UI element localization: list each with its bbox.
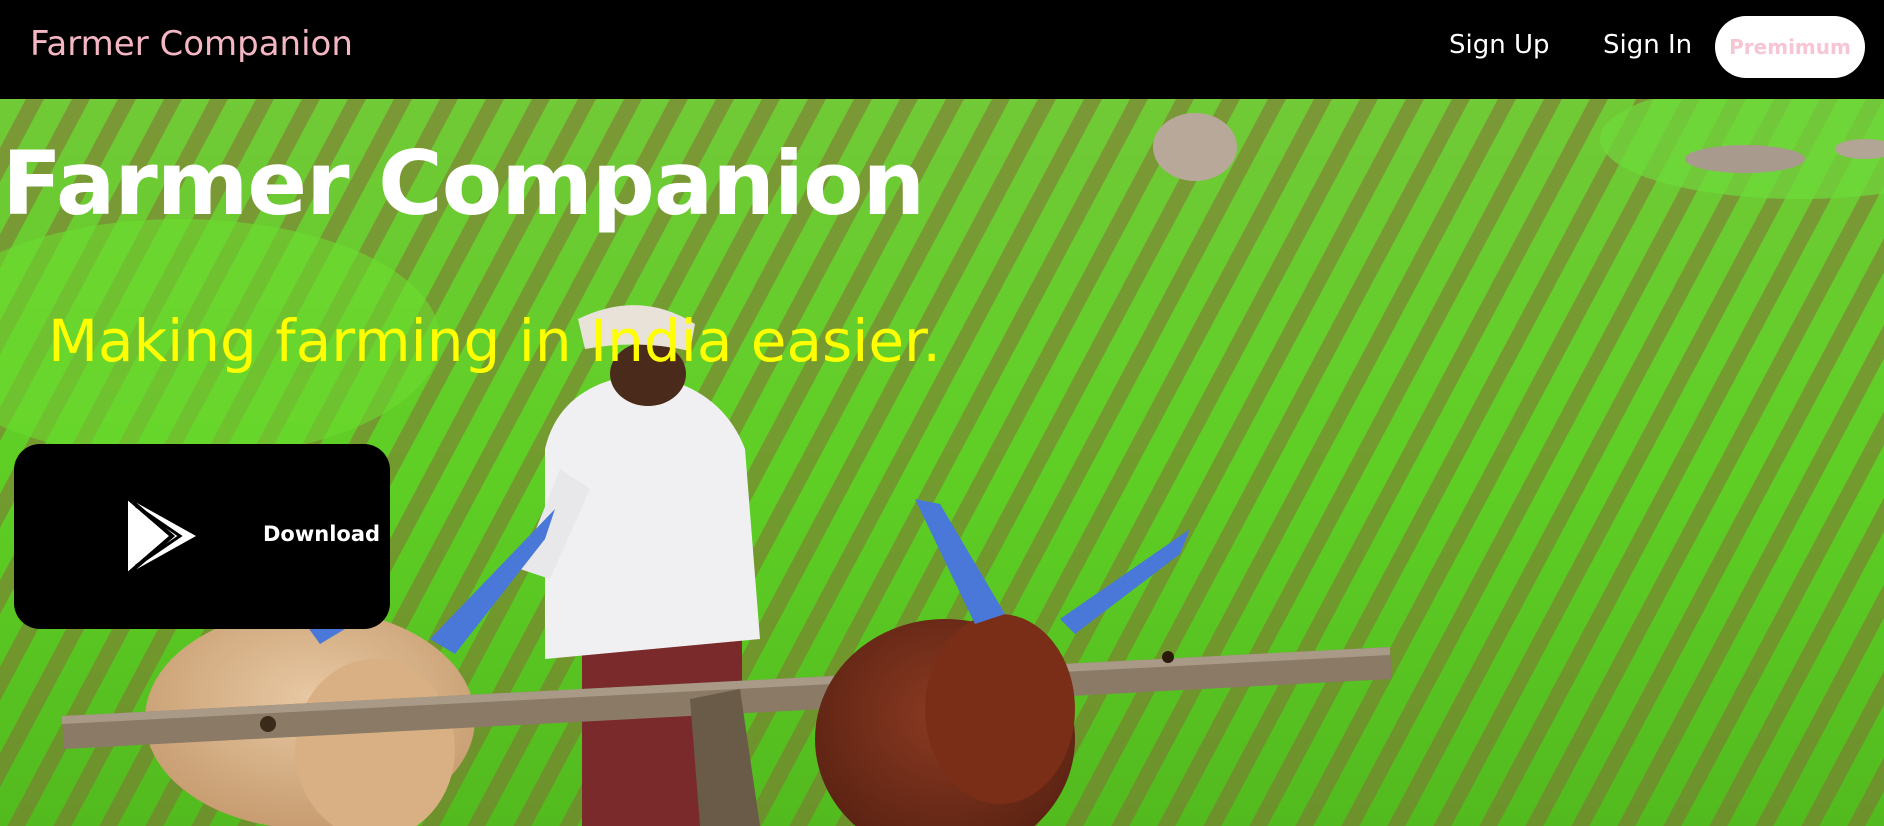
- hero-title: Farmer Companion: [2, 132, 925, 235]
- hero-section: Farmer Companion Making farming in India…: [0, 99, 1884, 826]
- brand-logo-link[interactable]: Farmer Companion: [30, 24, 353, 64]
- download-button[interactable]: Download: [14, 444, 390, 629]
- sign-in-link[interactable]: Sign In: [1603, 30, 1692, 60]
- hero-tagline: Making farming in India easier.: [48, 307, 941, 375]
- download-label: Download: [263, 522, 381, 546]
- premium-button[interactable]: Premimum: [1715, 16, 1865, 78]
- play-store-icon: [126, 496, 196, 576]
- sign-up-link[interactable]: Sign Up: [1449, 30, 1550, 60]
- top-navbar: Farmer Companion Sign Up Sign In Premimu…: [0, 0, 1884, 99]
